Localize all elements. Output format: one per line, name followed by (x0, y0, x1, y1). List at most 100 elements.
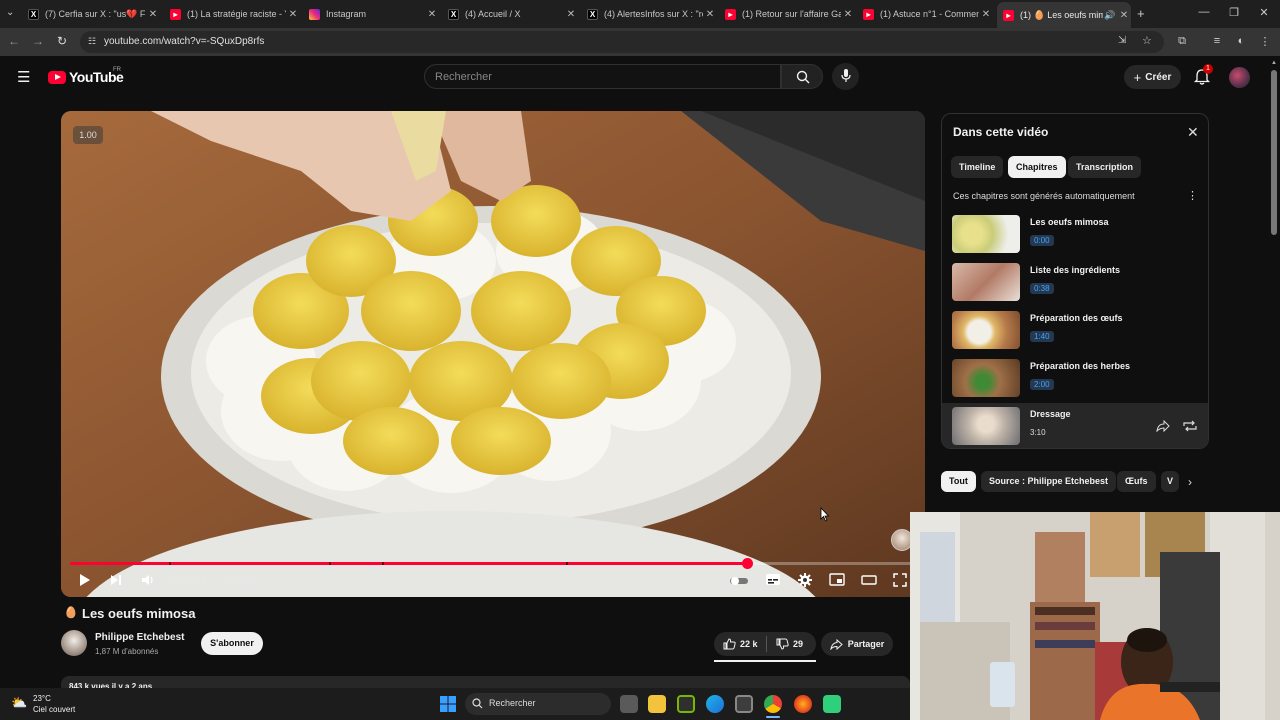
share-button[interactable]: Partager (821, 632, 893, 656)
chapter-item[interactable]: Préparation des herbes 2:00 (942, 355, 1208, 401)
tab-search-chevron-icon[interactable]: ⌄ (6, 7, 14, 18)
chapter-item[interactable]: Préparation des œufs 1:40 (942, 307, 1208, 353)
speaker-icon[interactable]: 🔊 (1103, 10, 1117, 21)
close-tab-icon[interactable]: ✕ (286, 9, 300, 20)
close-tab-icon[interactable]: ✕ (146, 9, 160, 20)
close-tab-icon[interactable]: ✕ (1117, 10, 1131, 21)
video-player[interactable]: 1.00 4:25 / 5:22 • Dressage › (61, 111, 925, 597)
scroll-up-arrow-icon[interactable]: ▲ (1271, 60, 1277, 66)
search-button[interactable] (781, 64, 823, 89)
chevron-right-icon[interactable]: › (1188, 475, 1192, 489)
close-tab-icon[interactable]: ✕ (979, 9, 993, 20)
new-tab-button[interactable]: + (1137, 6, 1145, 21)
file-explorer-icon[interactable] (648, 695, 666, 713)
taskbar-search-input[interactable]: Rechercher (465, 693, 611, 715)
close-window-icon[interactable]: ✕ (1254, 6, 1274, 19)
channel-avatar[interactable] (61, 630, 87, 656)
site-info-icon[interactable]: ☷ (88, 36, 96, 47)
miniplayer-icon[interactable] (829, 573, 845, 586)
browser-tab-title: (1) 🥚 Les oeufs mim (1020, 9, 1103, 20)
scrollbar-thumb[interactable] (1271, 70, 1277, 235)
firefox-icon[interactable] (794, 695, 812, 713)
reload-icon[interactable]: ↻ (54, 34, 70, 48)
maximize-icon[interactable]: ❐ (1224, 6, 1244, 19)
autoplay-toggle[interactable] (729, 576, 749, 586)
close-tab-icon[interactable]: ✕ (425, 9, 439, 20)
subscribe-button[interactable]: S'abonner (201, 632, 263, 655)
tab-timeline[interactable]: Timeline (951, 156, 1004, 178)
store-icon[interactable] (735, 695, 753, 713)
weather-icon[interactable]: ⛅ (11, 695, 27, 711)
more-options-icon[interactable]: ⋮ (1187, 189, 1198, 202)
hamburger-menu-icon[interactable]: ☰ (17, 68, 30, 86)
profile-icon[interactable]: ◐ (1233, 35, 1249, 47)
like-dislike-group: 22 k 29 (714, 632, 816, 656)
close-icon[interactable]: ✕ (1187, 124, 1199, 141)
settings-gear-icon[interactable] (798, 573, 812, 587)
chip-source[interactable]: Source : Philippe Etchebest (981, 471, 1117, 492)
chip-all[interactable]: Tout (941, 471, 976, 492)
close-tab-icon[interactable]: ✕ (841, 9, 855, 20)
windows-start-icon[interactable] (440, 696, 456, 712)
progress-scrubber-handle[interactable] (741, 558, 753, 569)
app-icon[interactable] (823, 695, 841, 713)
browser-tab[interactable]: ▸ (1) Retour sur l'affaire Gal ✕ (725, 3, 855, 25)
close-tab-icon[interactable]: ✕ (703, 9, 717, 20)
reading-list-icon[interactable]: ≡ (1209, 35, 1225, 47)
browser-tab[interactable]: X (4) AlertesInfos sur X : "re ✕ (587, 3, 717, 25)
search-input[interactable]: Rechercher (424, 64, 781, 89)
browser-tab[interactable]: ▸ (1) La stratégie raciste - Y ✕ (170, 3, 300, 25)
chapter-item[interactable]: Les oeufs mimosa 0:00 (942, 211, 1208, 257)
next-video-icon[interactable] (110, 573, 122, 587)
share-arrow-icon (830, 638, 843, 650)
minimize-icon[interactable]: — (1194, 6, 1214, 18)
play-icon[interactable] (79, 573, 91, 587)
chapter-item-active[interactable]: Dressage 3:10 (942, 403, 1208, 448)
subtitles-icon[interactable] (765, 573, 781, 586)
chip-eggs[interactable]: Œufs (1117, 471, 1156, 492)
chapter-item[interactable]: Liste des ingrédients 0:38 (942, 259, 1208, 305)
loop-icon[interactable] (1182, 419, 1198, 433)
dislike-button[interactable]: 29 (776, 638, 803, 650)
theater-mode-icon[interactable] (861, 573, 877, 586)
volume-icon[interactable] (141, 573, 155, 587)
progress-bar[interactable] (70, 558, 916, 569)
fullscreen-icon[interactable] (893, 573, 907, 587)
forward-arrow-icon[interactable]: → (30, 34, 46, 48)
current-chapter-button[interactable]: • Dressage › (218, 576, 262, 585)
egg-emoji-icon: 🥚 (64, 607, 78, 619)
tab-chapters[interactable]: Chapitres (1008, 156, 1066, 178)
chapter-timestamp[interactable]: 0:38 (1030, 283, 1054, 294)
close-tab-icon[interactable]: ✕ (564, 9, 578, 20)
nvidia-icon[interactable] (677, 695, 695, 713)
install-app-icon[interactable]: ⇲ (1118, 35, 1126, 46)
chapter-timestamp[interactable]: 0:00 (1030, 235, 1054, 246)
search-placeholder: Rechercher (435, 71, 492, 83)
back-arrow-icon[interactable]: ← (6, 34, 22, 48)
x-icon: X (28, 8, 39, 20)
edge-icon[interactable] (706, 695, 724, 713)
like-button[interactable]: 22 k (723, 638, 758, 650)
chapter-timestamp[interactable]: 1:40 (1030, 331, 1054, 342)
browser-tab[interactable]: X (7) Cerfia sur X : "us💔 FL ✕ (28, 3, 160, 25)
tab-transcription[interactable]: Transcription (1068, 156, 1142, 178)
browser-tab[interactable]: ▸ (1) Astuce n°1 - Commen ✕ (863, 3, 993, 25)
task-view-icon[interactable] (620, 695, 638, 713)
chrome-icon[interactable] (764, 695, 782, 713)
chapter-timestamp[interactable]: 3:10 (1030, 427, 1046, 438)
address-bar[interactable]: ☷ youtube.com/watch?v=-SQuxDp8rfs ⇲ ☆ (80, 31, 1164, 53)
chapter-timestamp[interactable]: 2:00 (1030, 379, 1054, 390)
browser-toolbar: ← → ↻ ☷ youtube.com/watch?v=-SQuxDp8rfs … (0, 28, 1280, 56)
voice-search-button[interactable] (832, 63, 859, 90)
chip-more[interactable]: V (1161, 471, 1179, 492)
extensions-icon[interactable]: ⧉ (1174, 35, 1190, 48)
account-avatar[interactable] (1229, 67, 1250, 88)
browser-tab[interactable]: X (4) Accueil / X ✕ (448, 3, 578, 25)
menu-kebab-icon[interactable]: ⋮ (1257, 35, 1273, 48)
share-arrow-icon[interactable] (1156, 420, 1170, 432)
channel-name[interactable]: Philippe Etchebest (95, 632, 184, 643)
create-button[interactable]: + Créer (1124, 65, 1181, 89)
browser-tab[interactable]: Instagram ✕ (309, 3, 439, 25)
bookmark-star-icon[interactable]: ☆ (1142, 34, 1152, 47)
browser-tab-active[interactable]: ▸ (1) 🥚 Les oeufs mim 🔊 ✕ (997, 2, 1131, 28)
